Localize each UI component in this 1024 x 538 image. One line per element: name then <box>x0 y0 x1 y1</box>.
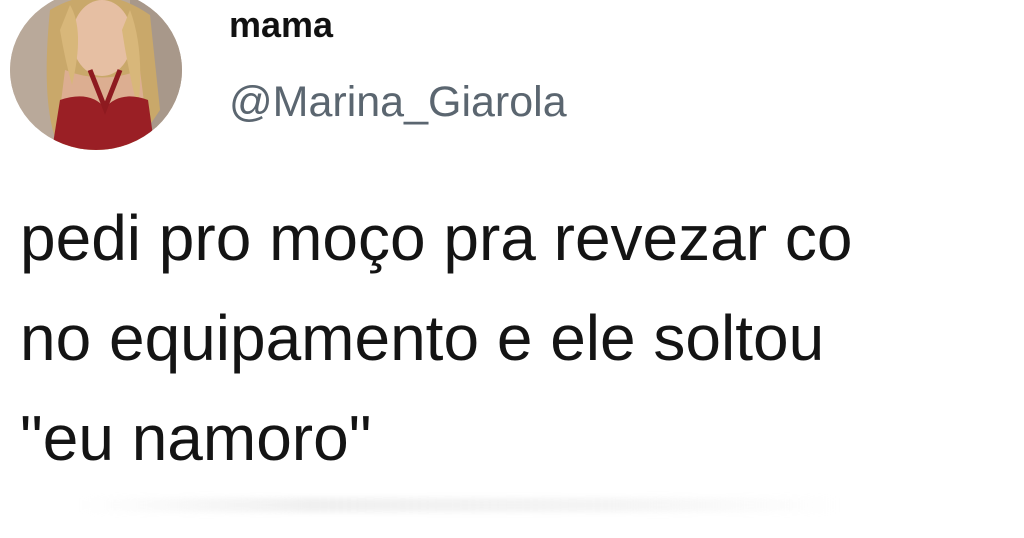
tweet-text-line: no equipamento e ele soltou <box>20 302 825 374</box>
tweet-card: mama @Marina_Giarola pedi pro moço pra r… <box>0 0 1024 538</box>
tweet-text-line: pedi pro moço pra revezar co <box>20 202 853 274</box>
user-handle[interactable]: @Marina_Giarola <box>229 78 567 127</box>
avatar-photo <box>10 0 182 150</box>
faded-footer-row <box>80 498 840 512</box>
profile-avatar[interactable] <box>10 0 182 150</box>
display-name[interactable]: mama <box>229 4 333 46</box>
tweet-text-line: "eu namoro" <box>20 402 372 474</box>
tweet-text: pedi pro moço pra revezar co no equipame… <box>20 188 1024 488</box>
